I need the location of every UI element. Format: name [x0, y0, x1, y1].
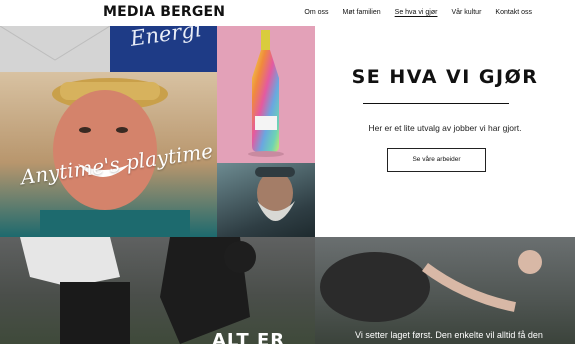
collage-tile-players-right[interactable]	[315, 237, 575, 344]
football-players-photo-right	[320, 250, 542, 322]
collage-tile-champagne[interactable]	[217, 26, 315, 163]
bearded-man-photo	[255, 167, 295, 221]
nav-link-om-oss[interactable]: Om oss	[304, 9, 328, 16]
collage-tile-bearded-man[interactable]	[217, 163, 315, 237]
see-our-work-button[interactable]: Se våre arbeider	[387, 148, 486, 172]
main-nav: Om oss Møt familien Se hva vi gjør Vår k…	[290, 9, 532, 16]
collage-tile-envelope[interactable]	[0, 26, 110, 72]
football-players-photo-left	[20, 237, 256, 344]
title-divider	[363, 103, 509, 104]
bottom-intro-text: Vi setter laget først. Den enkelte vil a…	[355, 330, 543, 340]
hero-subtitle: Her er et lite utvalg av jobber vi har g…	[368, 123, 522, 133]
nav-link-se-hva-vi-gjor[interactable]: Se hva vi gjør	[395, 9, 438, 16]
energi-script-text: Energi	[128, 26, 203, 51]
champagne-bottle-image	[248, 30, 284, 157]
nav-link-var-kultur[interactable]: Vår kultur	[451, 9, 481, 16]
collage-tile-energi[interactable]: Energi	[110, 26, 217, 72]
site-header: MEDIA BERGEN Om oss Møt familien Se hva …	[0, 0, 575, 26]
nav-link-mot-familien[interactable]: Møt familien	[343, 9, 381, 16]
page-title: SE HVA VI GJØR	[351, 66, 539, 88]
envelope-graphic	[0, 26, 110, 61]
site-logo[interactable]: MEDIA BERGEN	[103, 4, 225, 20]
bottom-headline: ALT ER	[212, 330, 286, 344]
nav-link-kontakt-oss[interactable]: Kontakt oss	[495, 9, 532, 16]
hero-panel: SE HVA VI GJØR Her er et lite utvalg av …	[315, 26, 575, 237]
collage-tile-players-left[interactable]	[0, 237, 315, 344]
collage-tile-old-man[interactable]: Anytime's playtime	[0, 72, 217, 237]
